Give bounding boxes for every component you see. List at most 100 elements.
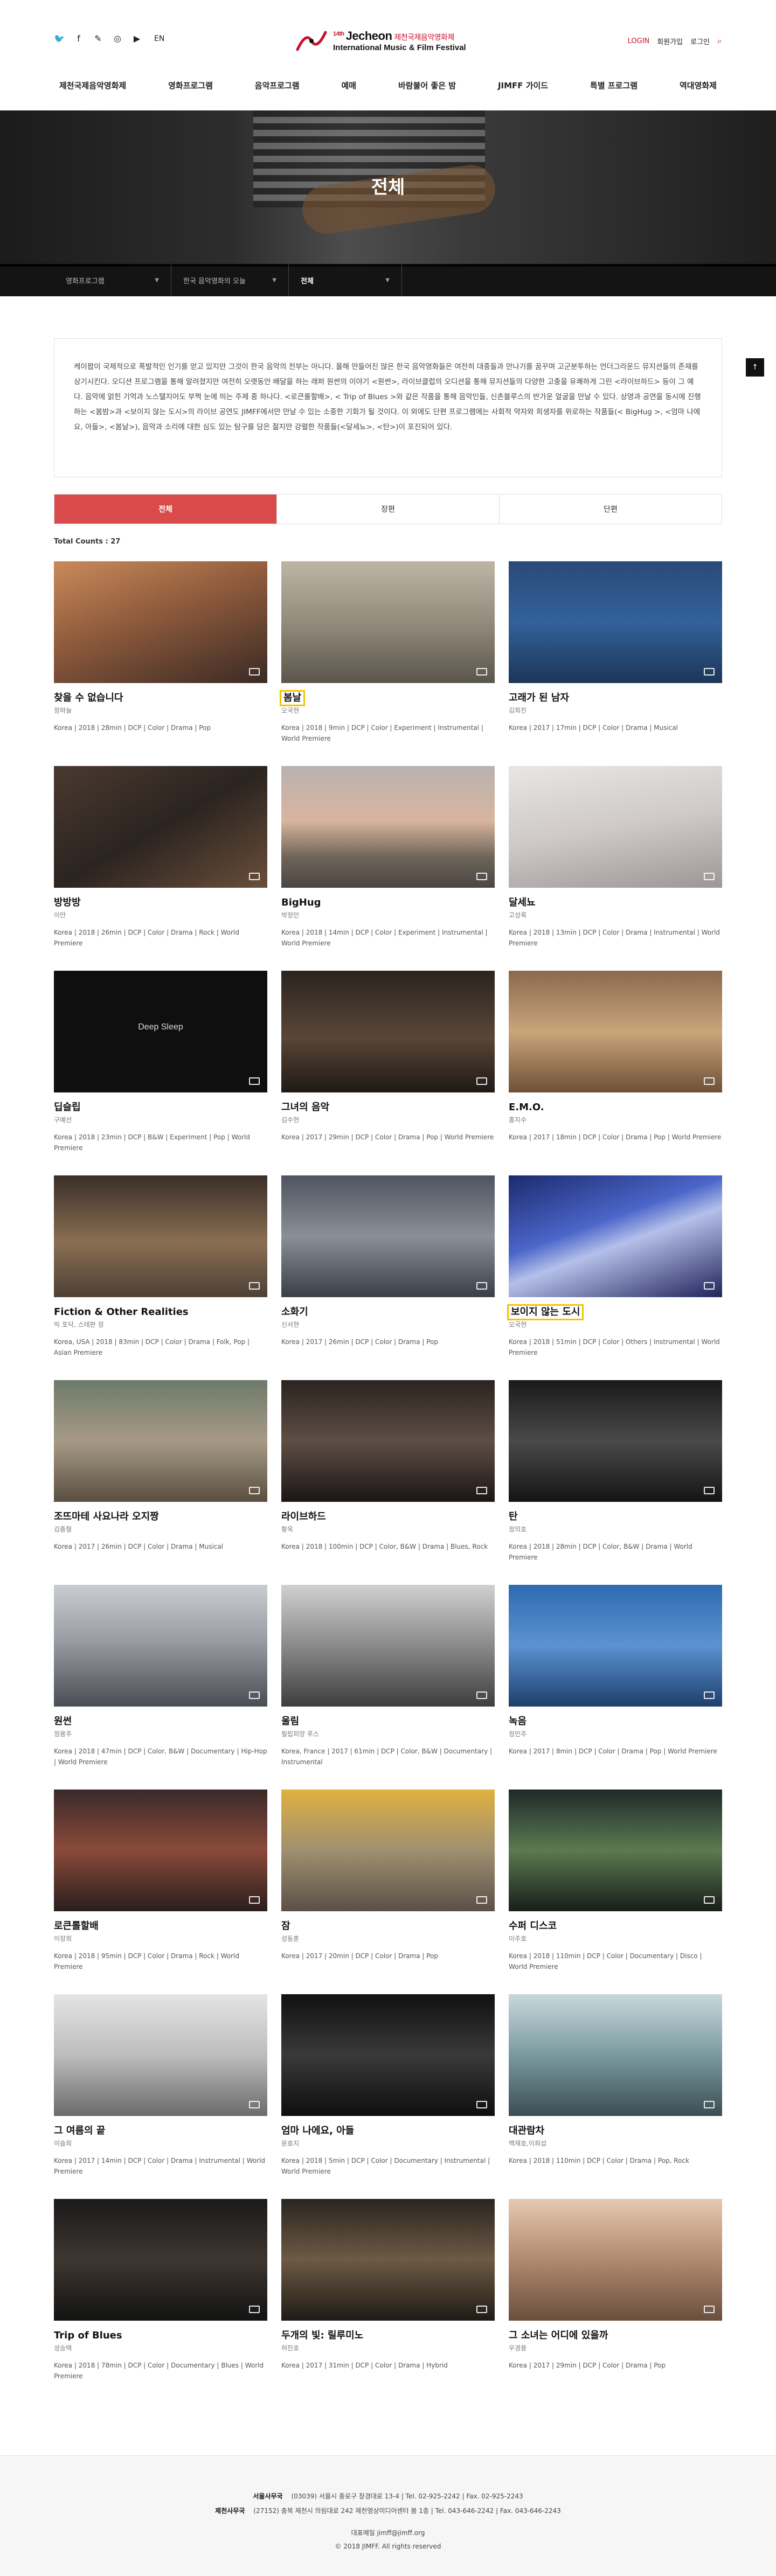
film-title[interactable]: Fiction & Other Realities — [54, 1306, 189, 1319]
film-card[interactable]: 달세뇨 고성록 Korea | 2018 | 13min | DCP | Color… — [509, 766, 722, 971]
film-thumbnail[interactable]: Deep Sleep — [54, 971, 267, 1092]
film-card[interactable]: 조뜨마테 사요나라 오지짱 김종형 Korea | 2017 | 26min | D… — [54, 1380, 267, 1585]
film-thumbnail[interactable] — [54, 2199, 267, 2321]
nav-item[interactable]: 바람불어 좋은 밤 — [393, 80, 461, 91]
film-card[interactable]: Fiction & Other Realities 빅 포닥, 스테판 정 Kore… — [54, 1175, 267, 1380]
nav-item[interactable]: 영화프로그램 — [163, 80, 218, 91]
breadcrumb-level3[interactable]: 전체 ▼ — [289, 264, 402, 296]
film-card[interactable]: Trip of Blues 성승택 Korea | 2018 | 78min | D… — [54, 2199, 267, 2404]
film-card[interactable]: 고래가 된 남자 김희진 Korea | 2017 | 17min | DCP | … — [509, 561, 722, 766]
film-thumbnail[interactable] — [54, 561, 267, 683]
tab-short[interactable]: 단편 — [499, 495, 722, 524]
nav-item[interactable]: 음악프로그램 — [250, 80, 305, 91]
film-card[interactable]: 수퍼 디스코 이주호 Korea | 2018 | 110min | DCP | C… — [509, 1790, 722, 1994]
nav-item[interactable]: 역대영화제 — [674, 80, 722, 91]
film-thumbnail[interactable] — [54, 1380, 267, 1502]
tab-feature[interactable]: 장편 — [276, 495, 499, 524]
film-thumbnail[interactable] — [54, 766, 267, 888]
film-card[interactable]: 소화기 신서현 Korea | 2017 | 26min | DCP | Color… — [281, 1175, 495, 1380]
film-thumbnail[interactable] — [509, 1380, 722, 1502]
nav-item[interactable]: JIMFF 가이드 — [493, 80, 553, 91]
blog-icon[interactable]: ✎ — [93, 33, 103, 44]
film-thumbnail[interactable] — [281, 1585, 495, 1707]
twitter-icon[interactable]: 🐦 — [54, 33, 65, 44]
film-thumbnail[interactable] — [54, 1790, 267, 1911]
film-title[interactable]: BigHug — [281, 896, 321, 909]
film-title[interactable]: 봄날 — [279, 690, 306, 706]
film-title[interactable]: E.M.O. — [509, 1101, 544, 1114]
film-card[interactable]: 녹음 정민주 Korea | 2017 | 8min | DCP | Color |… — [509, 1585, 722, 1790]
tab-all[interactable]: 전체 — [54, 495, 276, 524]
film-thumbnail[interactable] — [281, 561, 495, 683]
film-thumbnail[interactable] — [281, 1790, 495, 1911]
film-thumbnail[interactable] — [509, 971, 722, 1092]
scroll-top-button[interactable]: ↑ — [746, 358, 764, 377]
film-thumbnail[interactable] — [509, 1994, 722, 2116]
film-thumbnail[interactable] — [509, 1790, 722, 1911]
nav-item[interactable]: 제천국제음악영화제 — [54, 80, 131, 91]
film-title[interactable]: 탄 — [509, 1510, 518, 1523]
film-title[interactable]: 그 소녀는 어디에 있을까 — [509, 2329, 608, 2342]
login-link[interactable]: LOGIN — [628, 37, 650, 45]
film-card[interactable]: 로큰롤할배 이장희 Korea | 2018 | 95min | DCP | Col… — [54, 1790, 267, 1994]
youtube-icon[interactable]: ▶ — [131, 33, 142, 44]
language-toggle[interactable]: EN — [154, 34, 164, 43]
film-card[interactable]: 라이브하드 황욱 Korea | 2018 | 100min | DCP | Col… — [281, 1380, 495, 1585]
film-title[interactable]: 그 여름의 끝 — [54, 2125, 105, 2138]
instagram-icon[interactable]: ◎ — [112, 33, 123, 44]
film-title[interactable]: 방방방 — [54, 896, 81, 909]
film-card[interactable]: 울림 필립피망 푸스 Korea, France | 2017 | 61min | … — [281, 1585, 495, 1790]
film-card[interactable]: 그 소녀는 어디에 있을까 우경용 Korea | 2017 | 29min | D… — [509, 2199, 722, 2404]
film-title[interactable]: 수퍼 디스코 — [509, 1920, 557, 1933]
film-thumbnail[interactable] — [509, 1175, 722, 1297]
film-card[interactable]: 그녀의 음악 김수현 Korea | 2017 | 29min | DCP | Co… — [281, 971, 495, 1175]
film-title[interactable]: 두개의 빛: 릴루미노 — [281, 2329, 363, 2342]
film-thumbnail[interactable] — [509, 2199, 722, 2321]
film-card[interactable]: 그 여름의 끝 이슬희 Korea | 2017 | 14min | DCP | C… — [54, 1994, 267, 2199]
film-title[interactable]: 원썬 — [54, 1715, 72, 1728]
film-title[interactable]: 그녀의 음악 — [281, 1101, 329, 1114]
festival-logo[interactable]: 14th Jecheon 제천국제음악영화제 International Music… — [295, 26, 489, 56]
film-title[interactable]: 잠 — [281, 1920, 290, 1933]
film-title[interactable]: 울림 — [281, 1715, 299, 1728]
film-title[interactable]: 찾을 수 없습니다 — [54, 692, 123, 705]
film-title[interactable]: 소화기 — [281, 1306, 308, 1319]
film-title[interactable]: 보이지 않는 도시 — [507, 1304, 584, 1320]
breadcrumb-level2[interactable]: 한국 음악영화의 오늘 ▼ — [171, 264, 289, 296]
film-title[interactable]: 녹음 — [509, 1715, 526, 1728]
film-card[interactable]: 탄 정의호 Korea | 2018 | 28min | DCP | Color, … — [509, 1380, 722, 1585]
film-card[interactable]: 대관람차 백재호,이희섭 Korea | 2018 | 110min | DCP |… — [509, 1994, 722, 2199]
film-card[interactable]: 찾을 수 없습니다 정하늘 Korea | 2018 | 28min | DCP |… — [54, 561, 267, 766]
film-title[interactable]: Trip of Blues — [54, 2329, 122, 2342]
film-card[interactable]: 엄마 나에요, 아들 윤효지 Korea | 2018 | 5min | DCP |… — [281, 1994, 495, 2199]
film-card[interactable]: 방방방 이안 Korea | 2018 | 26min | DCP | Color … — [54, 766, 267, 971]
join-link[interactable]: 회원가입 — [657, 36, 683, 46]
film-card[interactable]: E.M.O. 홍지수 Korea | 2017 | 18min | DCP | Co… — [509, 971, 722, 1175]
film-thumbnail[interactable] — [54, 1585, 267, 1707]
film-card[interactable]: 봄날 오국현 Korea | 2018 | 9min | DCP | Color |… — [279, 561, 495, 766]
nav-item[interactable]: 특별 프로그램 — [585, 80, 643, 91]
film-title[interactable]: 라이브하드 — [281, 1510, 326, 1523]
film-thumbnail[interactable] — [281, 1175, 495, 1297]
logout-link[interactable]: 로그인 — [690, 36, 710, 46]
film-title[interactable]: 고래가 된 남자 — [509, 692, 569, 705]
film-thumbnail[interactable] — [54, 1175, 267, 1297]
nav-item[interactable]: 예매 — [336, 80, 362, 91]
film-card[interactable]: 잠 성동훈 Korea | 2017 | 20min | DCP | Color |… — [281, 1790, 495, 1994]
breadcrumb-level1[interactable]: 영화프로그램 ▼ — [54, 264, 171, 296]
film-title[interactable]: 엄마 나에요, 아들 — [281, 2125, 354, 2138]
film-card[interactable]: Deep Sleep 딥슬립 구예선 Korea | 2018 | 23min | D… — [54, 971, 267, 1175]
film-thumbnail[interactable] — [509, 561, 722, 683]
film-thumbnail[interactable] — [509, 1585, 722, 1707]
film-thumbnail[interactable] — [281, 1994, 495, 2116]
facebook-icon[interactable]: f — [73, 33, 84, 44]
film-thumbnail[interactable] — [281, 2199, 495, 2321]
film-card[interactable]: BigHug 박정민 Korea | 2018 | 14min | DCP | Co… — [281, 766, 495, 971]
film-thumbnail[interactable] — [281, 1380, 495, 1502]
contact-email[interactable]: 대표메일 jimff@jimff.org — [0, 2528, 776, 2537]
film-thumbnail[interactable] — [54, 1994, 267, 2116]
film-thumbnail[interactable] — [509, 766, 722, 888]
film-thumbnail[interactable] — [281, 766, 495, 888]
film-title[interactable]: 조뜨마테 사요나라 오지짱 — [54, 1510, 159, 1523]
film-title[interactable]: 딥슬립 — [54, 1101, 81, 1114]
